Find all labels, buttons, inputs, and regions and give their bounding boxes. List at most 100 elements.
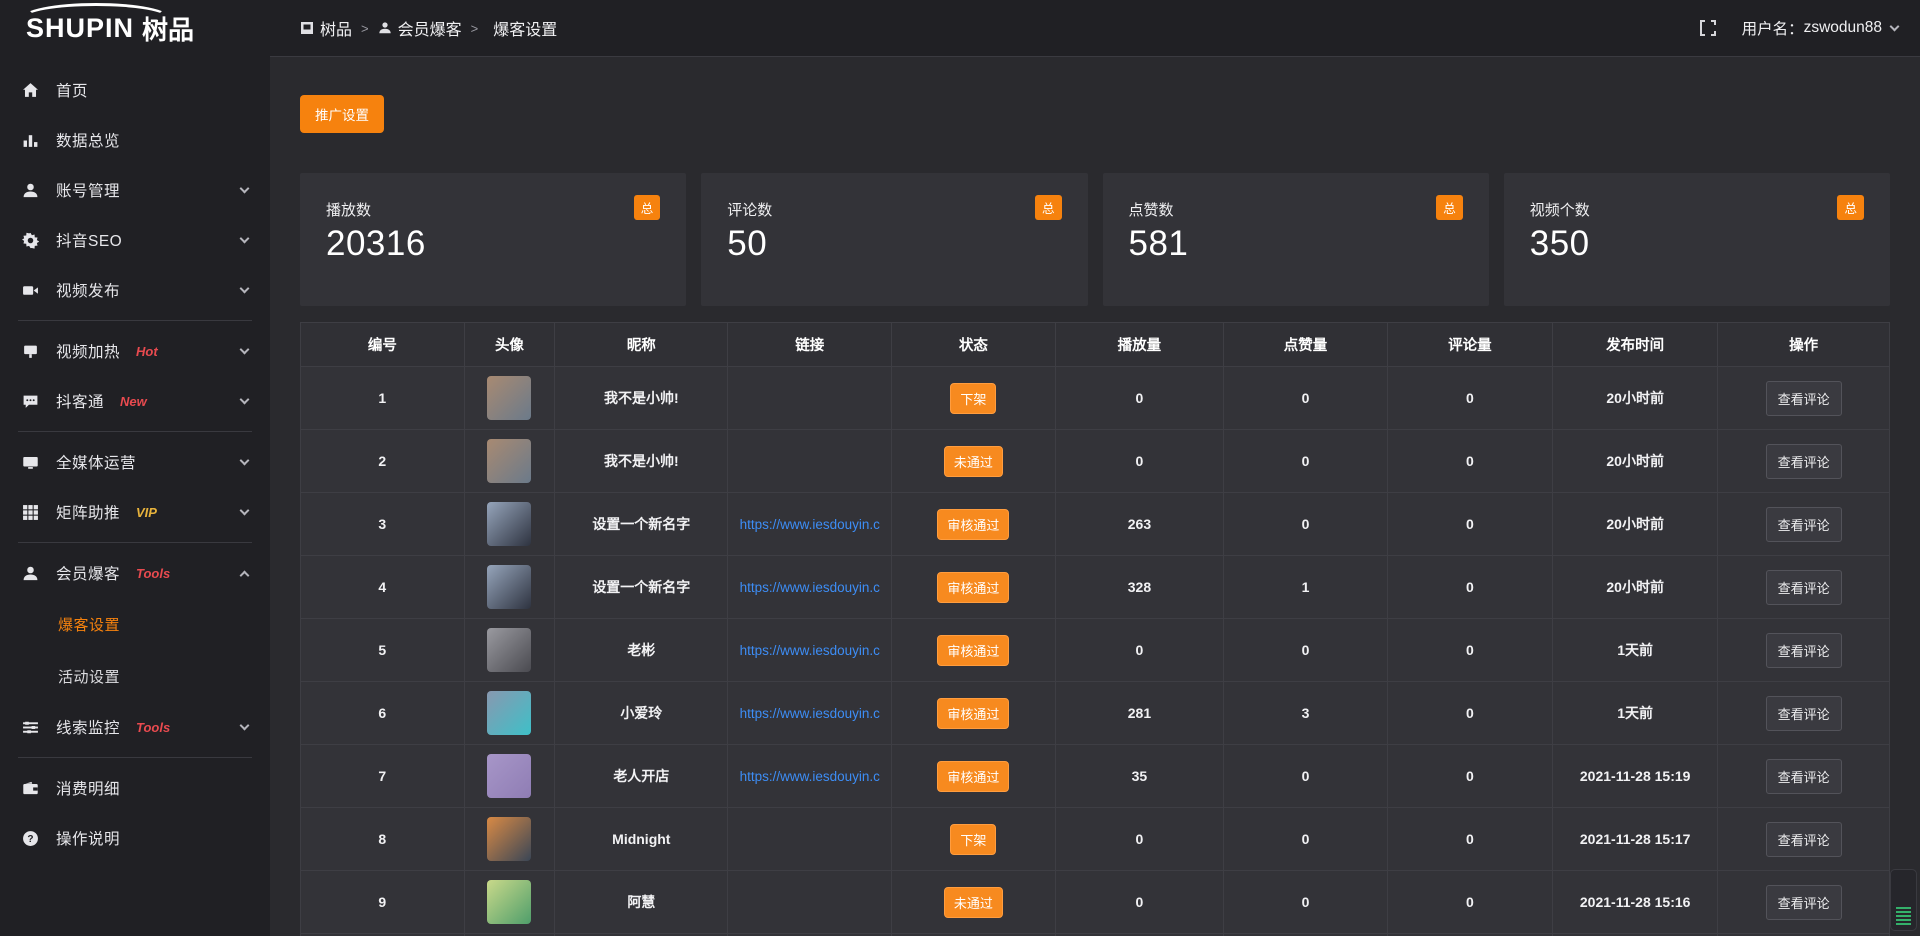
- floating-widget[interactable]: [1890, 869, 1917, 931]
- video-link[interactable]: https://www.iesdouyin.c: [728, 769, 891, 784]
- sidebar-item[interactable]: 线索监控 Tools: [0, 702, 270, 752]
- chevron-down-icon: [240, 720, 250, 730]
- video-link[interactable]: https://www.iesdouyin.c: [728, 517, 891, 532]
- sidebar-item-label: 抖客通: [56, 390, 104, 412]
- cell-likes: 0: [1224, 808, 1388, 871]
- view-comments-button[interactable]: 查看评论: [1766, 507, 1842, 542]
- cell-action: 查看评论: [1718, 367, 1890, 430]
- cell-nickname: Midnight: [555, 808, 728, 871]
- view-comments-button[interactable]: 查看评论: [1766, 885, 1842, 920]
- cell-plays: 0: [1055, 619, 1223, 682]
- video-link[interactable]: https://www.iesdouyin.c: [728, 643, 891, 658]
- sidebar-item-label: 全媒体运营: [56, 451, 136, 473]
- view-comments-button[interactable]: 查看评论: [1766, 696, 1842, 731]
- sidebar-item[interactable]: 全媒体运营: [0, 437, 270, 487]
- cell-comments: 0: [1387, 367, 1552, 430]
- app-root: SHUPIN 树品 首页 数据总览 账号管理 抖音SEO 视频发布 视频加热: [0, 0, 1920, 936]
- video-link[interactable]: https://www.iesdouyin.c: [728, 580, 891, 595]
- cell-comments: 0: [1387, 430, 1552, 493]
- fullscreen-icon[interactable]: [1700, 20, 1716, 36]
- column-header: 链接: [728, 323, 892, 367]
- sidebar-item[interactable]: 爆客设置: [0, 598, 270, 650]
- cell-time: 1天前: [1553, 682, 1718, 745]
- status-badge[interactable]: 审核通过: [937, 572, 1009, 603]
- status-badge[interactable]: 未通过: [944, 446, 1003, 477]
- sidebar-item[interactable]: 首页: [0, 65, 270, 115]
- sidebar-item[interactable]: 抖音SEO: [0, 215, 270, 265]
- column-header: 状态: [892, 323, 1056, 367]
- stat-value: 20316: [326, 224, 660, 264]
- sidebar-item[interactable]: 矩阵助推 VIP: [0, 487, 270, 537]
- view-comments-button[interactable]: 查看评论: [1766, 759, 1842, 794]
- sidebar-item[interactable]: ? 操作说明: [0, 813, 270, 863]
- avatar: [487, 565, 531, 609]
- sidebar-item[interactable]: 账号管理: [0, 165, 270, 215]
- breadcrumb-member[interactable]: 会员爆客: [378, 16, 462, 40]
- square-icon: [300, 21, 314, 35]
- breadcrumb-home[interactable]: 树品: [300, 16, 352, 40]
- cell-action: 查看评论: [1718, 556, 1890, 619]
- sidebar-item-label: 活动设置: [58, 666, 120, 687]
- cell-likes: 0: [1224, 871, 1388, 934]
- cell-nickname: 老彬: [555, 619, 728, 682]
- status-badge[interactable]: 下架: [950, 824, 996, 855]
- sidebar-item[interactable]: 会员爆客 Tools: [0, 548, 270, 598]
- sidebar-item-tag: Tools: [136, 566, 170, 581]
- view-comments-button[interactable]: 查看评论: [1766, 633, 1842, 668]
- username-label: 用户名：: [1742, 17, 1804, 39]
- sidebar-item[interactable]: 活动设置: [0, 650, 270, 702]
- view-comments-button[interactable]: 查看评论: [1766, 822, 1842, 857]
- status-badge[interactable]: 下架: [950, 383, 996, 414]
- status-badge[interactable]: 审核通过: [937, 635, 1009, 666]
- sidebar-item-label: 数据总览: [56, 129, 120, 151]
- sliders-icon: [22, 719, 42, 736]
- cell-status: 下架: [892, 367, 1056, 430]
- cell-action: 查看评论: [1718, 871, 1890, 934]
- sidebar-divider: [18, 542, 252, 543]
- status-badge[interactable]: 审核通过: [937, 509, 1009, 540]
- chevron-down-icon: [240, 394, 250, 404]
- sidebar-item-tag: Hot: [136, 344, 158, 359]
- column-header: 编号: [301, 323, 465, 367]
- grid-icon: [22, 504, 42, 521]
- sidebar-item[interactable]: 视频加热 Hot: [0, 326, 270, 376]
- cell-plays: 263: [1055, 493, 1223, 556]
- user-menu[interactable]: 用户名： zswodun88: [1742, 17, 1898, 39]
- sidebar-item-label: 首页: [56, 79, 88, 101]
- cell-plays: 281: [1055, 682, 1223, 745]
- view-comments-button[interactable]: 查看评论: [1766, 444, 1842, 479]
- sidebar-item[interactable]: 数据总览: [0, 115, 270, 165]
- status-badge[interactable]: 审核通过: [937, 761, 1009, 792]
- status-badge[interactable]: 未通过: [944, 887, 1003, 918]
- sidebar-item[interactable]: 抖客通 New: [0, 376, 270, 426]
- chevron-down-icon: [240, 344, 250, 354]
- avatar: [487, 439, 531, 483]
- avatar: [487, 817, 531, 861]
- stat-label: 播放数: [326, 199, 660, 220]
- cell-avatar: [464, 430, 555, 493]
- brand-logo: SHUPIN 树品: [0, 0, 270, 57]
- chevron-down-icon: [1890, 21, 1900, 31]
- cell-link: https://www.iesdouyin.c: [728, 556, 892, 619]
- stat-cards: 播放数 20316 总 评论数 50 总 点赞数 581 总 视频个数 350 …: [300, 173, 1890, 306]
- cell-plays: 35: [1055, 745, 1223, 808]
- cell-plays: 0: [1055, 430, 1223, 493]
- cell-avatar: [464, 871, 555, 934]
- sidebar-item-label: 操作说明: [56, 827, 120, 849]
- stat-total-badge: 总: [1436, 195, 1463, 220]
- view-comments-button[interactable]: 查看评论: [1766, 381, 1842, 416]
- video-link[interactable]: https://www.iesdouyin.c: [728, 706, 891, 721]
- avatar: [487, 691, 531, 735]
- view-comments-button[interactable]: 查看评论: [1766, 570, 1842, 605]
- stat-total-badge: 总: [634, 195, 661, 220]
- cell-avatar: [464, 493, 555, 556]
- sidebar-divider: [18, 431, 252, 432]
- column-header: 发布时间: [1553, 323, 1718, 367]
- chevron-up-icon: [240, 570, 250, 580]
- cell-id: 8: [301, 808, 465, 871]
- promo-settings-button[interactable]: 推广设置: [300, 95, 384, 133]
- sidebar-item[interactable]: 消费明细: [0, 763, 270, 813]
- status-badge[interactable]: 审核通过: [937, 698, 1009, 729]
- sidebar-item[interactable]: 视频发布: [0, 265, 270, 315]
- sidebar: SHUPIN 树品 首页 数据总览 账号管理 抖音SEO 视频发布 视频加热: [0, 0, 270, 936]
